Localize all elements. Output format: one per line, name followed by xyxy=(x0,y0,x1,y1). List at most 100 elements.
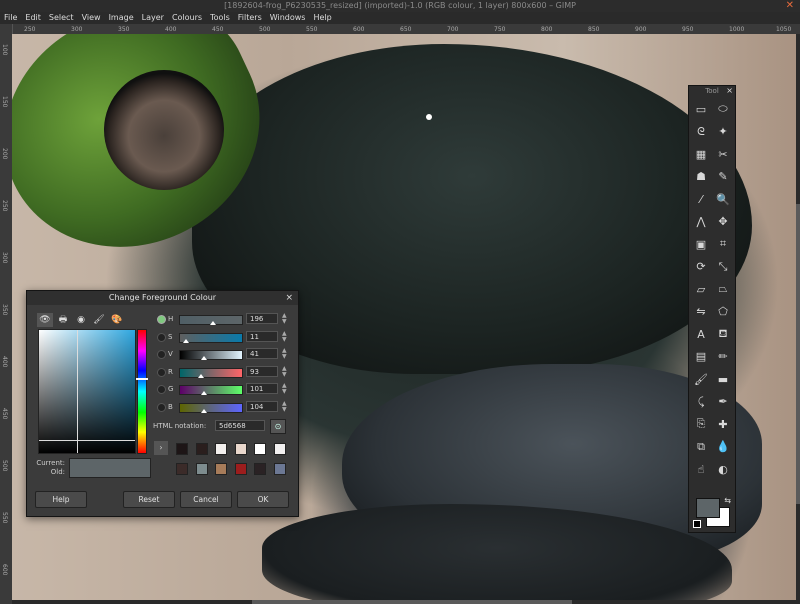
menu-file[interactable]: File xyxy=(0,12,21,24)
shear-icon[interactable]: ▱ xyxy=(690,278,712,301)
history-swatch[interactable] xyxy=(254,463,266,475)
history-swatch[interactable] xyxy=(273,443,286,455)
saturation-value-picker[interactable] xyxy=(38,329,136,454)
channel-radio-v[interactable] xyxy=(157,350,166,359)
channel-slider-g[interactable] xyxy=(179,385,243,395)
airbrush-icon[interactable]: ⤹ xyxy=(690,391,712,414)
channel-slider-b[interactable] xyxy=(179,402,243,413)
spin-arrows-icon[interactable]: ▲ ▼ xyxy=(282,365,287,378)
rotate-icon[interactable]: ⟳ xyxy=(690,256,712,279)
horizontal-scroll-thumb[interactable] xyxy=(252,600,572,604)
channel-value-input[interactable]: 11 xyxy=(246,330,278,342)
rect-select-icon[interactable]: ▭ xyxy=(690,98,712,121)
cmyk-selector-icon[interactable]: 🖶 xyxy=(55,313,71,327)
slider-knob[interactable] xyxy=(210,321,217,325)
slider-knob[interactable] xyxy=(182,338,189,343)
menu-filters[interactable]: Filters xyxy=(234,12,266,24)
slider-knob[interactable] xyxy=(201,356,208,360)
heal-icon[interactable]: ✚ xyxy=(712,413,734,436)
channel-radio-r[interactable] xyxy=(157,367,166,377)
horizontal-scrollbar[interactable] xyxy=(12,600,800,604)
default-colors-icon[interactable] xyxy=(693,520,701,528)
ink-icon[interactable]: ✒ xyxy=(712,391,734,414)
channel-radio-h[interactable] xyxy=(157,315,166,324)
dodge-burn-icon[interactable]: ◐ xyxy=(712,458,734,481)
menu-edit[interactable]: Edit xyxy=(21,12,45,24)
spin-arrows-icon[interactable]: ▲ ▼ xyxy=(282,400,287,413)
watercolor-selector-icon[interactable]: 🖌 xyxy=(91,313,107,327)
fg-bg-colors[interactable]: ⇆ xyxy=(693,496,731,528)
gimp-selector-icon[interactable]: 👁 xyxy=(37,313,53,327)
cancel-button[interactable]: Cancel xyxy=(180,491,232,508)
spin-arrows-icon[interactable]: ▲ ▼ xyxy=(282,330,287,343)
channel-radio-s[interactable] xyxy=(157,332,166,342)
history-swatch[interactable] xyxy=(273,463,286,475)
help-button[interactable]: Help xyxy=(35,491,87,508)
channel-value-input[interactable]: 41 xyxy=(246,348,278,359)
window-close-icon[interactable]: ✕ xyxy=(786,0,794,12)
wheel-selector-icon[interactable]: ◉ xyxy=(73,313,89,327)
flip-icon[interactable]: ⇋ xyxy=(690,301,712,324)
channel-value-input[interactable]: 93 xyxy=(246,365,278,377)
channel-value-input[interactable]: 196 xyxy=(246,313,278,324)
clone-icon[interactable]: ⎘ xyxy=(690,413,712,436)
ok-button[interactable]: OK xyxy=(237,491,289,508)
history-swatch[interactable] xyxy=(176,463,188,475)
free-select-icon[interactable]: ᘓ xyxy=(690,121,712,144)
hue-marker[interactable] xyxy=(136,378,148,380)
cage-icon[interactable]: ⬠ xyxy=(712,301,734,324)
channel-slider-v[interactable] xyxy=(179,350,243,360)
menu-help[interactable]: Help xyxy=(309,12,335,24)
history-swatch[interactable] xyxy=(195,443,208,455)
history-swatch[interactable] xyxy=(234,443,247,455)
foreground-color-swatch[interactable] xyxy=(696,498,720,518)
vertical-scroll-thumb[interactable] xyxy=(796,204,800,504)
spin-arrows-icon[interactable]: ▲ ▼ xyxy=(282,313,287,325)
hue-strip[interactable] xyxy=(136,329,148,454)
text-icon[interactable]: A xyxy=(690,323,712,346)
scale-icon[interactable]: ⤡ xyxy=(712,256,734,279)
fuzzy-select-icon[interactable]: ✦ xyxy=(712,121,734,144)
zoom-icon[interactable]: 🔍 xyxy=(712,188,734,211)
ellipse-select-icon[interactable]: ⬭ xyxy=(712,98,734,121)
slider-knob[interactable] xyxy=(200,391,207,395)
channel-radio-b[interactable] xyxy=(157,402,166,412)
menu-colours[interactable]: Colours xyxy=(168,12,206,24)
spin-arrows-icon[interactable]: ▲ ▼ xyxy=(282,348,287,360)
menu-windows[interactable]: Windows xyxy=(266,12,310,24)
menu-layer[interactable]: Layer xyxy=(138,12,168,24)
perspective-clone-icon[interactable]: ⧉ xyxy=(690,436,712,459)
bucket-fill-icon[interactable]: ⛾ xyxy=(712,323,734,346)
color-picker-icon[interactable]: ⁄ xyxy=(690,188,712,211)
paintbrush-icon[interactable]: 🖌 xyxy=(690,368,712,391)
vertical-scrollbar[interactable] xyxy=(796,34,800,604)
spin-arrows-icon[interactable]: ▲ ▼ xyxy=(282,383,287,395)
channel-slider-r[interactable] xyxy=(179,367,243,378)
history-add-button[interactable]: › xyxy=(154,441,168,455)
smudge-icon[interactable]: ☝ xyxy=(690,458,712,481)
slider-knob[interactable] xyxy=(198,373,205,378)
channel-value-input[interactable]: 104 xyxy=(246,400,278,412)
blur-icon[interactable]: 💧 xyxy=(712,436,734,459)
history-swatch[interactable] xyxy=(234,463,247,475)
html-notation-input[interactable]: 5d6568 xyxy=(215,420,265,431)
menu-select[interactable]: Select xyxy=(45,12,78,24)
history-swatch[interactable] xyxy=(195,463,208,475)
swap-colors-icon[interactable]: ⇆ xyxy=(724,496,731,505)
gradient-icon[interactable]: ▤ xyxy=(690,346,712,369)
measure-icon[interactable]: ⋀ xyxy=(690,211,712,234)
toolbox-close-icon[interactable]: × xyxy=(726,86,733,96)
slider-knob[interactable] xyxy=(201,408,208,413)
scissors-select-icon[interactable]: ✂ xyxy=(712,143,734,166)
history-swatch[interactable] xyxy=(254,443,266,455)
dialog-close-icon[interactable]: × xyxy=(285,291,293,305)
history-swatch[interactable] xyxy=(176,443,188,455)
perspective-icon[interactable]: ⏢ xyxy=(712,278,734,301)
menu-view[interactable]: View xyxy=(78,12,105,24)
pencil-icon[interactable]: ✏ xyxy=(712,346,734,369)
channel-value-input[interactable]: 101 xyxy=(246,383,278,394)
foreground-select-icon[interactable]: ☗ xyxy=(690,166,712,189)
align-icon[interactable]: ▣ xyxy=(690,233,712,256)
eraser-icon[interactable]: ▬ xyxy=(712,368,734,391)
menu-tools[interactable]: Tools xyxy=(206,12,234,24)
